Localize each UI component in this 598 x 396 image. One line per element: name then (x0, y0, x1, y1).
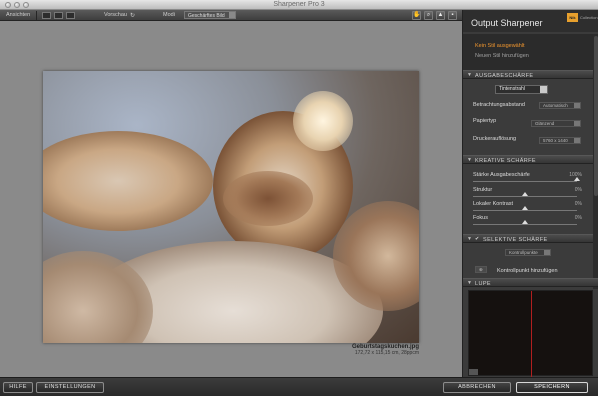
loupe-split-line (531, 291, 532, 377)
toolbar: Ansichten Vorschau ↻ Modi Geschärftes Bi… (0, 10, 462, 21)
window-titlebar: Sharpener Pro 3 (0, 0, 598, 10)
trash-icon[interactable]: ▪ (448, 11, 457, 20)
paper-type-value: Glänzend (535, 121, 555, 126)
chevron-down-icon (574, 121, 580, 126)
loupe-title: LUPE (475, 281, 491, 287)
chevron-down-icon (574, 138, 580, 143)
slider-value: 0% (574, 187, 582, 193)
chevron-down-icon (229, 12, 235, 18)
selective-sharpening-header[interactable]: ▼ ✔ SELEKTIVE SCHÄRFE (463, 234, 593, 243)
slider-knob[interactable] (522, 206, 528, 210)
zoom-icon[interactable]: ⌕ (424, 11, 433, 20)
viewing-distance-label: Betrachtungsabstand (473, 102, 525, 108)
local-contrast-slider[interactable] (473, 206, 577, 211)
slider-value: 0% (574, 201, 582, 207)
hand-tool-icon[interactable]: ✋ (412, 11, 421, 20)
slider-knob[interactable] (522, 192, 528, 196)
no-preset-selected: Kein Stil ausgewählt (475, 43, 525, 49)
output-sharpening-title: AUSGABESCHÄRFE (475, 73, 534, 79)
printer-resolution-select[interactable]: 5760 x 1440 (539, 137, 581, 144)
add-control-point-label[interactable]: Kontrollpunkt hinzufügen (497, 268, 558, 274)
control-points-value: Kontrollpunkte (509, 250, 538, 255)
mode-select[interactable]: Geschärftes Bild (184, 11, 236, 19)
slider-label: Fokus (473, 215, 488, 221)
paper-type-select[interactable]: Glänzend (531, 120, 581, 127)
preview-label: Vorschau (104, 12, 127, 18)
mode-label: Modi (163, 12, 175, 18)
preview-canvas[interactable]: Geburtstagskuchen.jpg 172,72 x 115,15 cm… (0, 21, 462, 377)
single-view-button[interactable] (42, 12, 51, 19)
viewing-distance-select[interactable]: Automatisch (539, 102, 581, 109)
preview-toggle-icon[interactable]: ↻ (130, 12, 135, 19)
panel-title: Output Sharpener (471, 18, 543, 28)
printer-resolution-label: Druckerauflösung (473, 136, 517, 142)
printer-resolution-value: 5760 x 1440 (543, 138, 568, 143)
bottom-bar: HILFE EINSTELLUNGEN ABBRECHEN SPEICHERN (0, 377, 598, 396)
collapse-triangle-icon[interactable]: ▼ (467, 72, 472, 78)
collapse-triangle-icon[interactable]: ▼ (467, 280, 472, 286)
side-by-side-view-button[interactable] (66, 12, 75, 19)
slider-label: Struktur (473, 187, 493, 193)
slider-value: 0% (574, 215, 582, 221)
toolbar-divider (36, 11, 37, 20)
panel-header: Output Sharpener Nik Collection (463, 10, 598, 32)
loupe-header[interactable]: ▼ LUPE (463, 278, 598, 287)
background-color-icon[interactable]: ▲ (436, 11, 445, 20)
view-label: Ansichten (6, 12, 31, 18)
help-button[interactable]: HILFE (3, 382, 33, 393)
image-dimensions: 172,72 x 115,15 cm, 28ppcm (354, 350, 419, 356)
split-view-button[interactable] (54, 12, 63, 19)
loupe-pin-icon[interactable] (469, 369, 478, 375)
add-control-point-icon[interactable]: ⊕ (475, 266, 487, 273)
output-type-value: Tintenstrahl (499, 86, 525, 92)
creative-sharpening-title: KREATIVE SCHÄRFE (475, 158, 537, 164)
settings-button[interactable]: EINSTELLUNGEN (36, 382, 104, 393)
slider-knob[interactable] (522, 220, 528, 224)
paper-type-label: Papiertyp (473, 118, 497, 124)
mode-select-value: Geschärftes Bild (188, 13, 225, 19)
structure-slider[interactable] (473, 192, 577, 197)
control-points-select[interactable]: Kontrollpunkte (505, 249, 551, 256)
panel-scrollbar[interactable] (593, 34, 598, 289)
creative-sharpening-header[interactable]: ▼ KREATIVE SCHÄRFE (463, 155, 593, 164)
scrollbar-thumb[interactable] (594, 36, 598, 196)
collapse-triangle-icon[interactable]: ▼ (467, 236, 472, 242)
save-button[interactable]: SPEICHERN (516, 382, 588, 393)
viewing-distance-value: Automatisch (543, 103, 568, 108)
output-type-select[interactable]: Tintenstrahl (495, 85, 548, 94)
image-caption: Geburtstagskuchen.jpg 172,72 x 115,15 cm… (352, 344, 419, 356)
collapse-triangle-icon[interactable]: ▼ (467, 157, 472, 163)
preview-image (43, 71, 419, 343)
slider-label: Lokaler Kontrast (473, 201, 514, 207)
window-title: Sharpener Pro 3 (273, 1, 325, 8)
chevron-down-icon (574, 103, 580, 108)
loupe-view[interactable] (468, 290, 593, 377)
nik-logo: Nik Collection (567, 13, 598, 25)
focus-slider[interactable] (473, 220, 577, 225)
cancel-button[interactable]: ABBRECHEN (443, 382, 511, 393)
checkbox-icon[interactable]: ✔ (475, 236, 479, 242)
slider-label: Stärke Ausgabeschärfe (473, 172, 530, 178)
chevron-down-icon (544, 250, 550, 255)
control-panel: Output Sharpener Nik Collection Kein Sti… (462, 10, 598, 377)
add-preset-link[interactable]: Neuen Stil hinzufügen (475, 53, 529, 59)
nik-logo-mark: Nik (567, 13, 578, 22)
slider-knob[interactable] (574, 177, 580, 181)
output-sharpening-strength-slider[interactable] (473, 177, 580, 182)
nik-logo-subtitle: Collection (580, 15, 598, 20)
output-sharpening-header[interactable]: ▼ AUSGABESCHÄRFE (463, 70, 593, 79)
chevron-down-icon (540, 86, 547, 93)
selective-sharpening-title: SELEKTIVE SCHÄRFE (483, 237, 548, 243)
